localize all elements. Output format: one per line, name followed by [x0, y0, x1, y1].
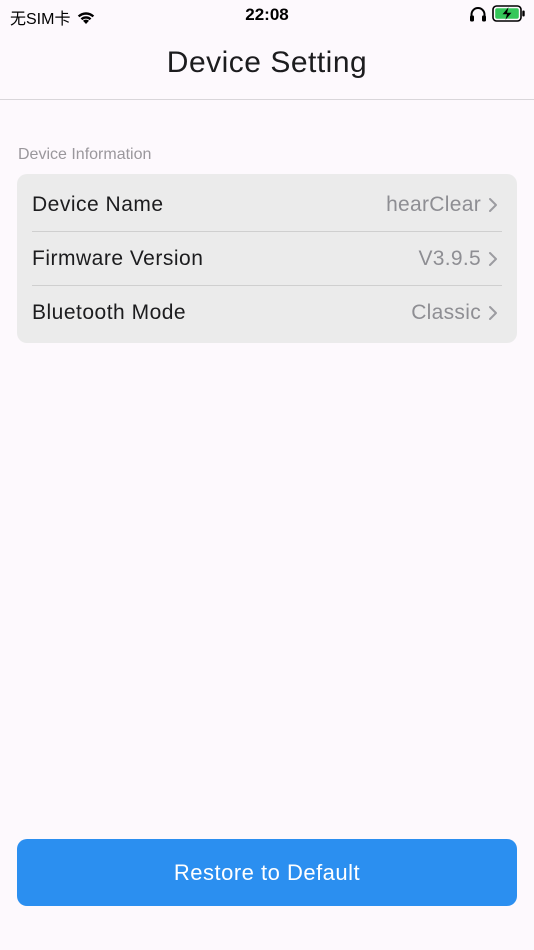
section-header-device-information: Device Information [18, 146, 152, 163]
firmware-version-label: Firmware Version [32, 247, 204, 270]
page-title: Device Setting [166, 46, 368, 79]
headphones-icon [470, 6, 486, 21]
device-name-row[interactable]: Device Name hearClear [17, 178, 517, 232]
bluetooth-mode-value: Classic [411, 301, 481, 324]
device-name-value: hearClear [386, 193, 481, 216]
firmware-version-row[interactable]: Firmware Version V3.9.5 [17, 232, 517, 286]
navigation-bar: Device Setting [0, 30, 534, 100]
device-info-card: Device Name hearClear Firmware Version V… [17, 174, 517, 343]
restore-to-default-button[interactable]: Restore to Default [17, 839, 517, 906]
device-name-label: Device Name [32, 193, 164, 216]
status-right [469, 5, 526, 22]
chevron-right-icon [489, 306, 497, 320]
chevron-right-icon [489, 252, 497, 266]
bluetooth-mode-row[interactable]: Bluetooth Mode Classic [17, 286, 517, 340]
status-bar: 无SIM卡 22:08 [0, 0, 534, 30]
firmware-version-value: V3.9.5 [418, 247, 481, 270]
battery-charging-icon [492, 5, 525, 22]
chevron-right-icon [489, 198, 497, 212]
bluetooth-mode-label: Bluetooth Mode [32, 301, 187, 324]
status-time: 22:08 [245, 5, 289, 24]
